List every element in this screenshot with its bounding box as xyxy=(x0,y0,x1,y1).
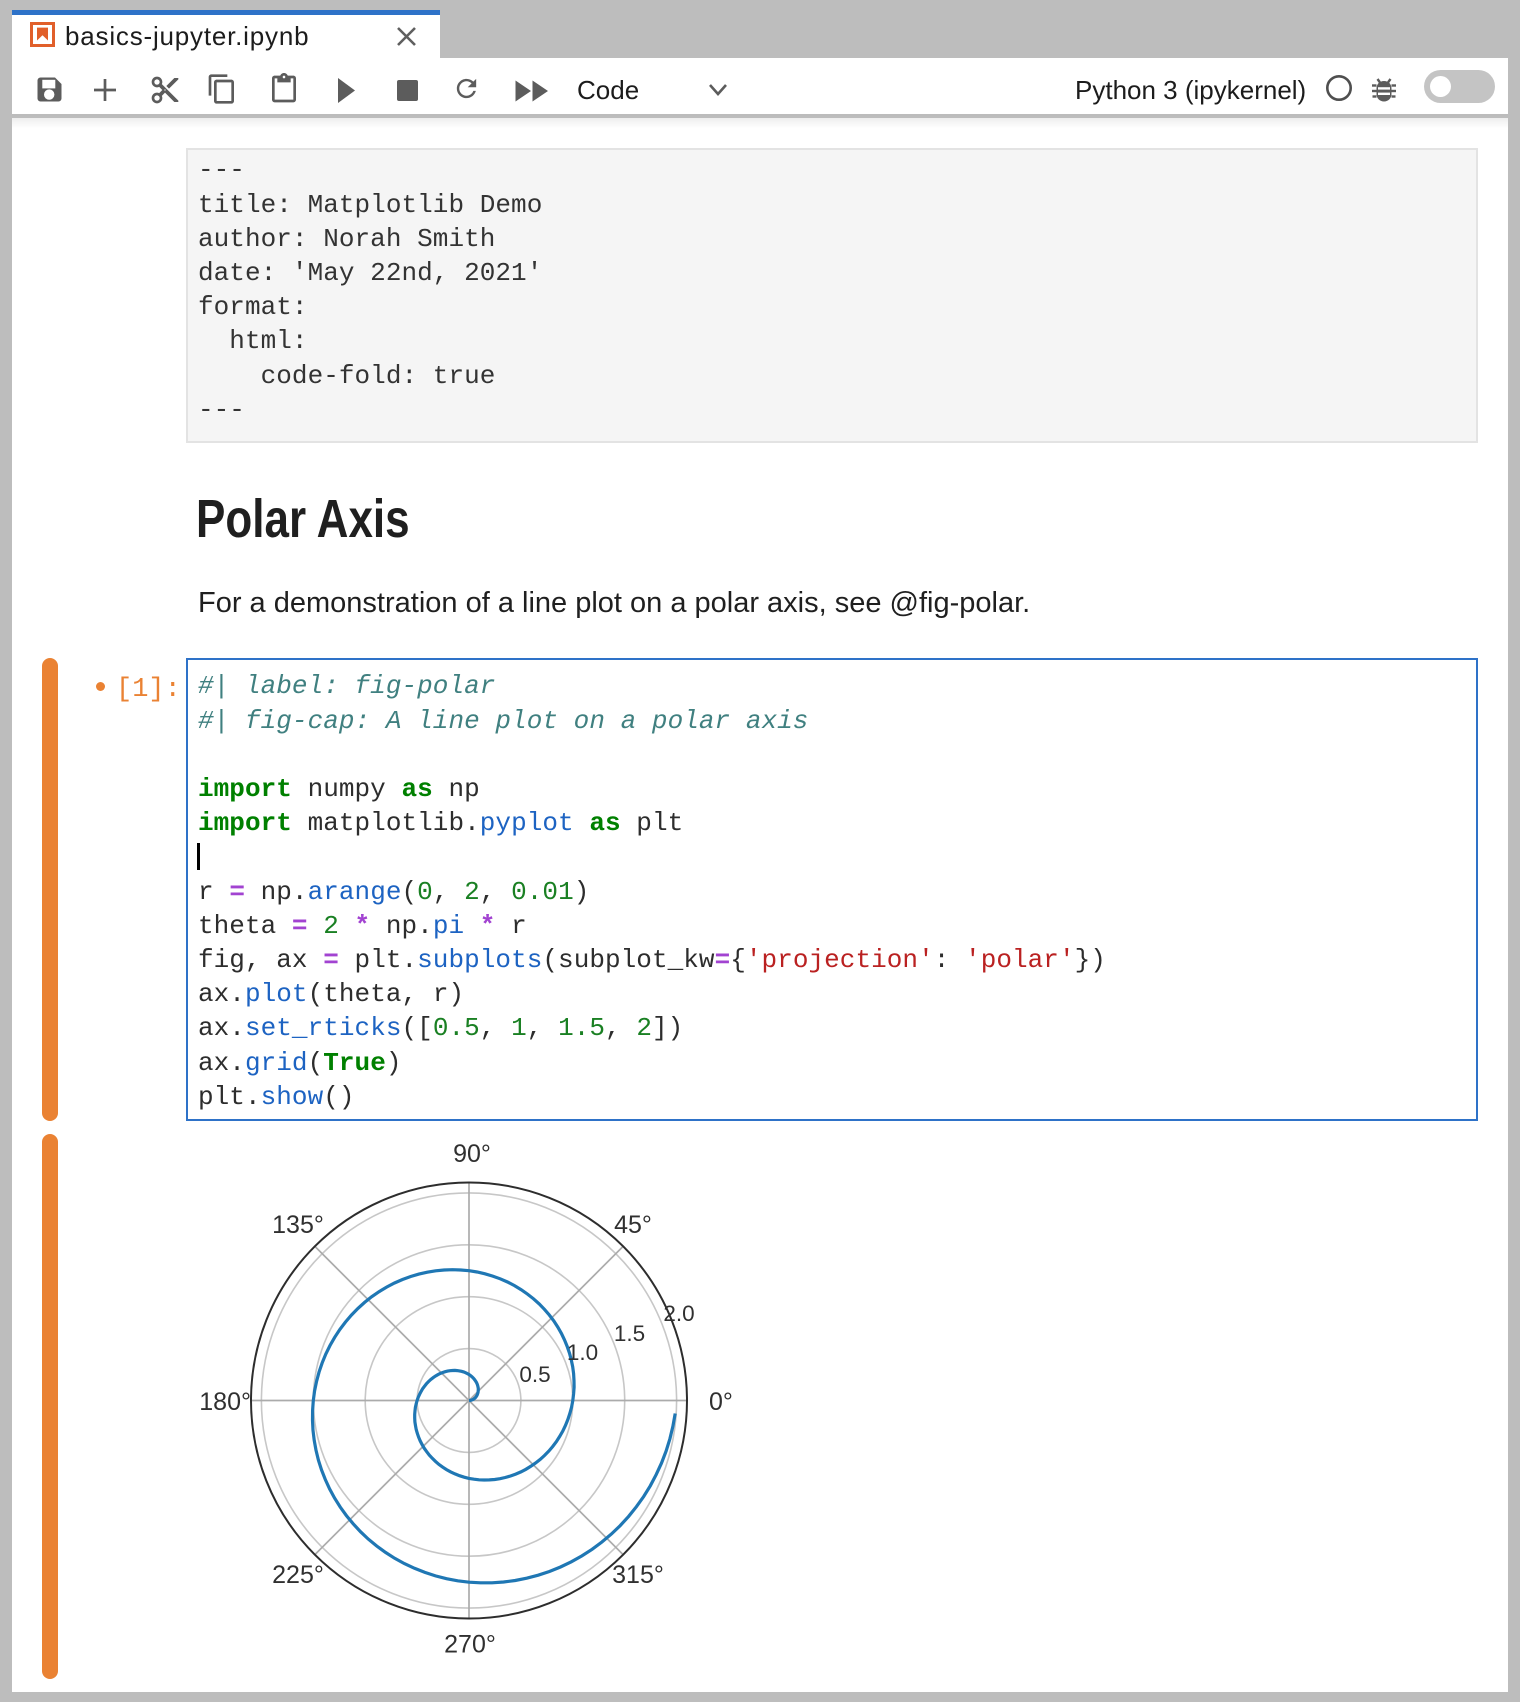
svg-text:1.5: 1.5 xyxy=(614,1321,645,1346)
svg-text:0°: 0° xyxy=(709,1388,733,1416)
svg-text:180°: 180° xyxy=(199,1388,251,1416)
svg-text:90°: 90° xyxy=(453,1140,491,1168)
svg-text:315°: 315° xyxy=(612,1561,664,1589)
svg-text:225°: 225° xyxy=(272,1561,324,1589)
svg-text:1.0: 1.0 xyxy=(567,1340,598,1365)
svg-text:0.5: 0.5 xyxy=(519,1362,550,1387)
svg-text:45°: 45° xyxy=(614,1211,652,1239)
svg-text:135°: 135° xyxy=(272,1211,324,1239)
svg-text:270°: 270° xyxy=(444,1631,496,1659)
svg-text:2.0: 2.0 xyxy=(663,1301,694,1326)
